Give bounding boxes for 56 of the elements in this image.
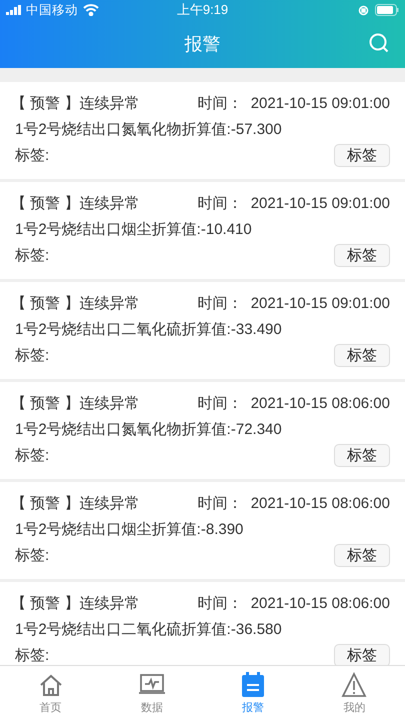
alert-level: 【 预警 】: [11, 294, 80, 312]
alert-message: 1号2号烧结出口氮氧化物折算值:-72.340: [15, 420, 282, 438]
tag-button[interactable]: 标签: [334, 444, 390, 466]
tag-label: 标签:: [15, 646, 50, 664]
alert-time: 2021-10-15 08:06:00: [250, 594, 390, 612]
alert-message: 1号2号烧结出口烟尘折算值:-8.390: [15, 520, 244, 538]
time-label: 时间：: [198, 294, 243, 312]
alert-message: 1号2号烧结出口氮氧化物折算值:-57.300: [15, 120, 282, 138]
warning-icon: [341, 672, 368, 698]
alert-type: 连续异常: [79, 494, 140, 512]
time-label: 时间：: [198, 194, 243, 212]
alert-level: 【 预警 】: [11, 194, 80, 212]
battery-icon: [375, 4, 399, 16]
alert-type: 连续异常: [79, 594, 140, 612]
time-label: 时间：: [198, 94, 243, 112]
alert-level: 【 预警 】: [11, 594, 80, 612]
tag-button[interactable]: 标签: [334, 644, 390, 665]
alert-type: 连续异常: [79, 294, 140, 312]
time-label: 时间：: [198, 394, 243, 412]
carrier-name: 中国移动: [26, 2, 78, 18]
status-time: 上午9:19: [176, 1, 228, 19]
alert-time: 2021-10-15 08:06:00: [250, 494, 390, 512]
tag-button[interactable]: 标签: [334, 244, 390, 266]
wifi-icon: [83, 4, 99, 16]
alert-type: 连续异常: [79, 194, 140, 212]
alert-type: 连续异常: [79, 94, 140, 112]
alert-level: 【 预警 】: [11, 494, 80, 512]
alert-type: 连续异常: [79, 394, 140, 412]
alert-time: 2021-10-15 09:01:00: [250, 294, 390, 312]
home-icon: [38, 672, 64, 698]
calendar-icon: [241, 672, 266, 698]
alert-time: 2021-10-15 09:01:00: [250, 94, 390, 112]
tag-button[interactable]: 标签: [334, 544, 390, 566]
alert-message: 1号2号烧结出口二氧化硫折算值:-33.490: [15, 320, 282, 338]
tag-label: 标签:: [15, 346, 50, 364]
tab[interactable]: 报警: [202, 666, 304, 720]
tag-button[interactable]: 标签: [334, 344, 390, 366]
alert-level: 【 预警 】: [11, 94, 80, 112]
alert-time: 2021-10-15 09:01:00: [250, 194, 390, 212]
time-label: 时间：: [198, 494, 243, 512]
page-title: 报警: [184, 33, 220, 56]
tag-label: 标签:: [15, 146, 50, 164]
alert-message: 1号2号烧结出口烟尘折算值:-10.410: [15, 220, 252, 238]
tab[interactable]: 数据: [101, 666, 202, 720]
signal-icon: [6, 5, 22, 15]
tag-button[interactable]: 标签: [334, 144, 390, 166]
rotation-lock-icon: [358, 4, 369, 16]
alert-level: 【 预警 】: [11, 394, 80, 412]
tag-label: 标签:: [15, 546, 50, 564]
tab[interactable]: 首页: [0, 666, 102, 720]
tag-label: 标签:: [15, 446, 50, 464]
alert-time: 2021-10-15 08:06:00: [250, 394, 390, 412]
time-label: 时间：: [198, 594, 243, 612]
tab[interactable]: 我的: [304, 666, 405, 720]
alert-message: 1号2号烧结出口二氧化硫折算值:-36.580: [15, 620, 282, 638]
tag-label: 标签:: [15, 246, 50, 264]
